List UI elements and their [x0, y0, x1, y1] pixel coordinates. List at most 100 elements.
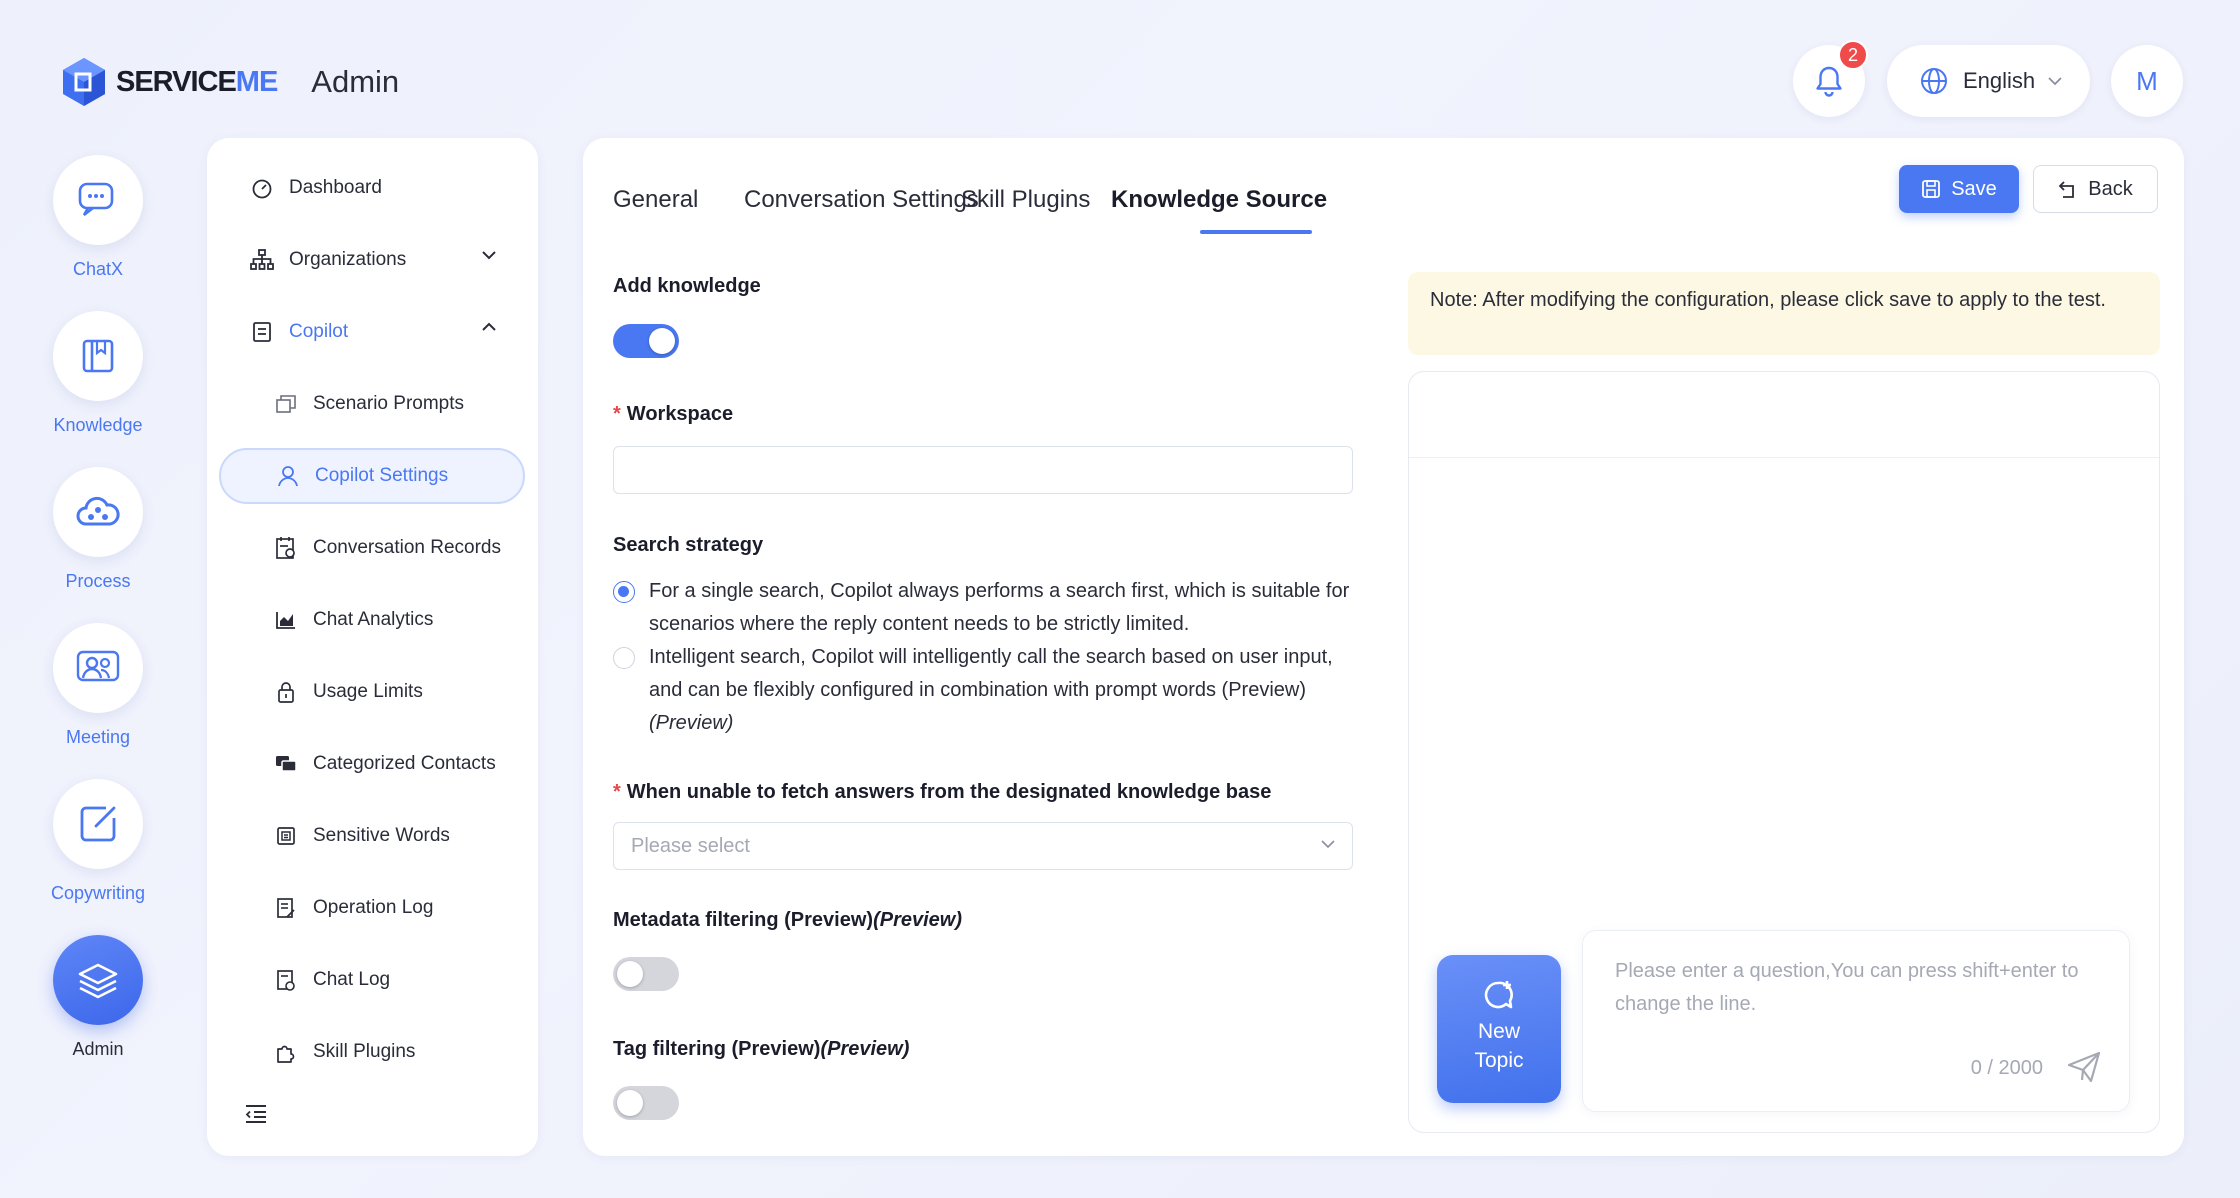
new-topic-line2: Topic — [1474, 1049, 1524, 1072]
rail-item-admin[interactable]: Admin — [38, 935, 158, 1060]
rail-item-knowledge[interactable]: Knowledge — [38, 311, 158, 436]
new-topic-button[interactable]: New Topic — [1437, 955, 1561, 1103]
chat-bubble-icon — [78, 182, 114, 217]
radio-single-search[interactable] — [613, 581, 635, 603]
servicemе-logo-icon — [63, 58, 105, 106]
radio-intelligent-search[interactable] — [613, 647, 635, 669]
chevron-up-icon — [482, 322, 496, 331]
nav-label: Chat Log — [313, 969, 391, 990]
save-icon — [1922, 180, 1941, 198]
nav-item-copilot-settings[interactable]: Copilot Settings — [219, 448, 525, 504]
language-label: English — [1963, 68, 2036, 93]
nav-label: Categorized Contacts — [313, 753, 496, 774]
new-chat-icon — [1484, 981, 1513, 1009]
nav-label: Skill Plugins — [313, 1041, 416, 1062]
rail-label-process: Process — [65, 571, 131, 591]
rail-label-copywriting: Copywriting — [50, 883, 146, 903]
analytics-icon — [273, 607, 299, 633]
nav-label: Dashboard — [289, 177, 382, 198]
fallback-label: * When unable to fetch answers from the d… — [613, 781, 1272, 803]
fallback-placeholder: Please select — [631, 834, 750, 857]
tab-skill-plugins[interactable]: Skill Plugins — [961, 186, 1090, 214]
tab-general[interactable]: General — [613, 186, 698, 214]
nav-label: Usage Limits — [313, 681, 423, 702]
edit-icon — [80, 806, 116, 842]
nav-item-chat-analytics[interactable]: Chat Analytics — [219, 592, 525, 648]
chat-header — [1409, 372, 2159, 458]
search-strategy-label: Search strategy — [613, 534, 764, 556]
back-button[interactable]: Back — [2033, 165, 2158, 213]
nav-item-skill-plugins[interactable]: Skill Plugins — [219, 1024, 525, 1080]
operation-log-icon — [273, 895, 299, 921]
nav-item-organizations[interactable]: Organizations — [219, 232, 525, 288]
collapse-menu-icon[interactable] — [245, 1104, 267, 1124]
add-knowledge-toggle[interactable] — [613, 324, 679, 358]
required-asterisk: * — [613, 781, 621, 803]
rail-item-process[interactable]: Process — [38, 467, 158, 592]
required-asterisk: * — [613, 403, 621, 425]
avatar[interactable]: M — [2111, 45, 2183, 117]
save-note: Note: After modifying the configuration,… — [1408, 272, 2160, 355]
language-select[interactable]: English — [1887, 45, 2090, 117]
page-title: Admin — [311, 64, 400, 99]
search-option-intelligent[interactable]: Intelligent search, Copilot will intelli… — [613, 641, 1353, 740]
brand-name: SERVICEME — [116, 65, 278, 98]
prompts-icon — [273, 391, 299, 417]
sensitive-words-icon — [273, 823, 299, 849]
records-icon — [273, 535, 299, 561]
chevron-down-icon — [1321, 840, 1335, 849]
nav-item-sensitive-words[interactable]: Sensitive Words — [219, 808, 525, 864]
layers-icon — [78, 963, 118, 999]
book-icon — [82, 339, 114, 373]
tag-filtering-toggle[interactable] — [613, 1086, 679, 1120]
workspace-input[interactable] — [613, 446, 1353, 494]
admin-nav-panel: Dashboard Organizations Copilot Scenario… — [207, 138, 538, 1156]
search-option-single[interactable]: For a single search, Copilot always perf… — [613, 575, 1353, 641]
fallback-select[interactable]: Please select — [613, 822, 1353, 870]
rail-item-copywriting[interactable]: Copywriting — [38, 779, 158, 904]
nav-label: Organizations — [289, 249, 407, 270]
save-button[interactable]: Save — [1899, 165, 2019, 213]
nav-label: Scenario Prompts — [313, 393, 465, 414]
nav-item-chat-log[interactable]: Chat Log — [219, 952, 525, 1008]
rail-label-admin: Admin — [72, 1039, 124, 1059]
lock-icon — [273, 679, 299, 705]
copilot-icon — [249, 319, 275, 345]
nav-label: Sensitive Words — [313, 825, 450, 846]
nav-item-conversation-records[interactable]: Conversation Records — [219, 520, 525, 576]
nav-label: Copilot Settings — [315, 465, 449, 486]
search-option-text: For a single search, Copilot always perf… — [649, 580, 1350, 635]
nav-item-copilot[interactable]: Copilot — [219, 304, 525, 360]
active-tab-indicator — [1200, 230, 1312, 234]
question-placeholder: Please enter a question,You can press sh… — [1615, 960, 2079, 1015]
nav-item-dashboard[interactable]: Dashboard — [219, 160, 525, 216]
rail-knowledge-circle — [53, 311, 143, 401]
rail-label-knowledge: Knowledge — [53, 415, 143, 435]
nav-label: Conversation Records — [313, 537, 501, 558]
nav-item-categorized-contacts[interactable]: Categorized Contacts — [219, 736, 525, 792]
rail-item-chatx[interactable]: ChatX — [38, 155, 158, 280]
bell-icon — [1816, 66, 1842, 97]
plugin-icon — [273, 1039, 299, 1065]
nav-item-operation-log[interactable]: Operation Log — [219, 880, 525, 936]
tab-conversation-settings[interactable]: Conversation Settings — [744, 186, 979, 214]
question-input[interactable]: Please enter a question,You can press sh… — [1582, 930, 2130, 1112]
rail-item-meeting[interactable]: Meeting — [38, 623, 158, 748]
user-settings-icon — [275, 463, 301, 489]
chevron-down-icon — [2048, 77, 2062, 86]
nav-label: Copilot — [289, 321, 349, 342]
notification-badge: 2 — [1838, 40, 1868, 70]
dashboard-icon — [249, 175, 275, 201]
rail-process-circle — [53, 467, 143, 557]
send-icon[interactable] — [2067, 1051, 2101, 1083]
char-counter: 0 / 2000 — [1970, 1057, 2043, 1079]
metadata-filtering-toggle[interactable] — [613, 957, 679, 991]
globe-icon — [1921, 68, 1947, 94]
nav-item-scenario-prompts[interactable]: Scenario Prompts — [219, 376, 525, 432]
tag-filtering-label: Tag filtering (Preview)(Preview) — [613, 1038, 910, 1060]
nav-item-usage-limits[interactable]: Usage Limits — [219, 664, 525, 720]
tab-knowledge-source[interactable]: Knowledge Source — [1111, 186, 1327, 214]
rail-admin-circle — [53, 935, 143, 1025]
rail-label-meeting: Meeting — [65, 727, 131, 747]
nav-label: Operation Log — [313, 897, 434, 918]
